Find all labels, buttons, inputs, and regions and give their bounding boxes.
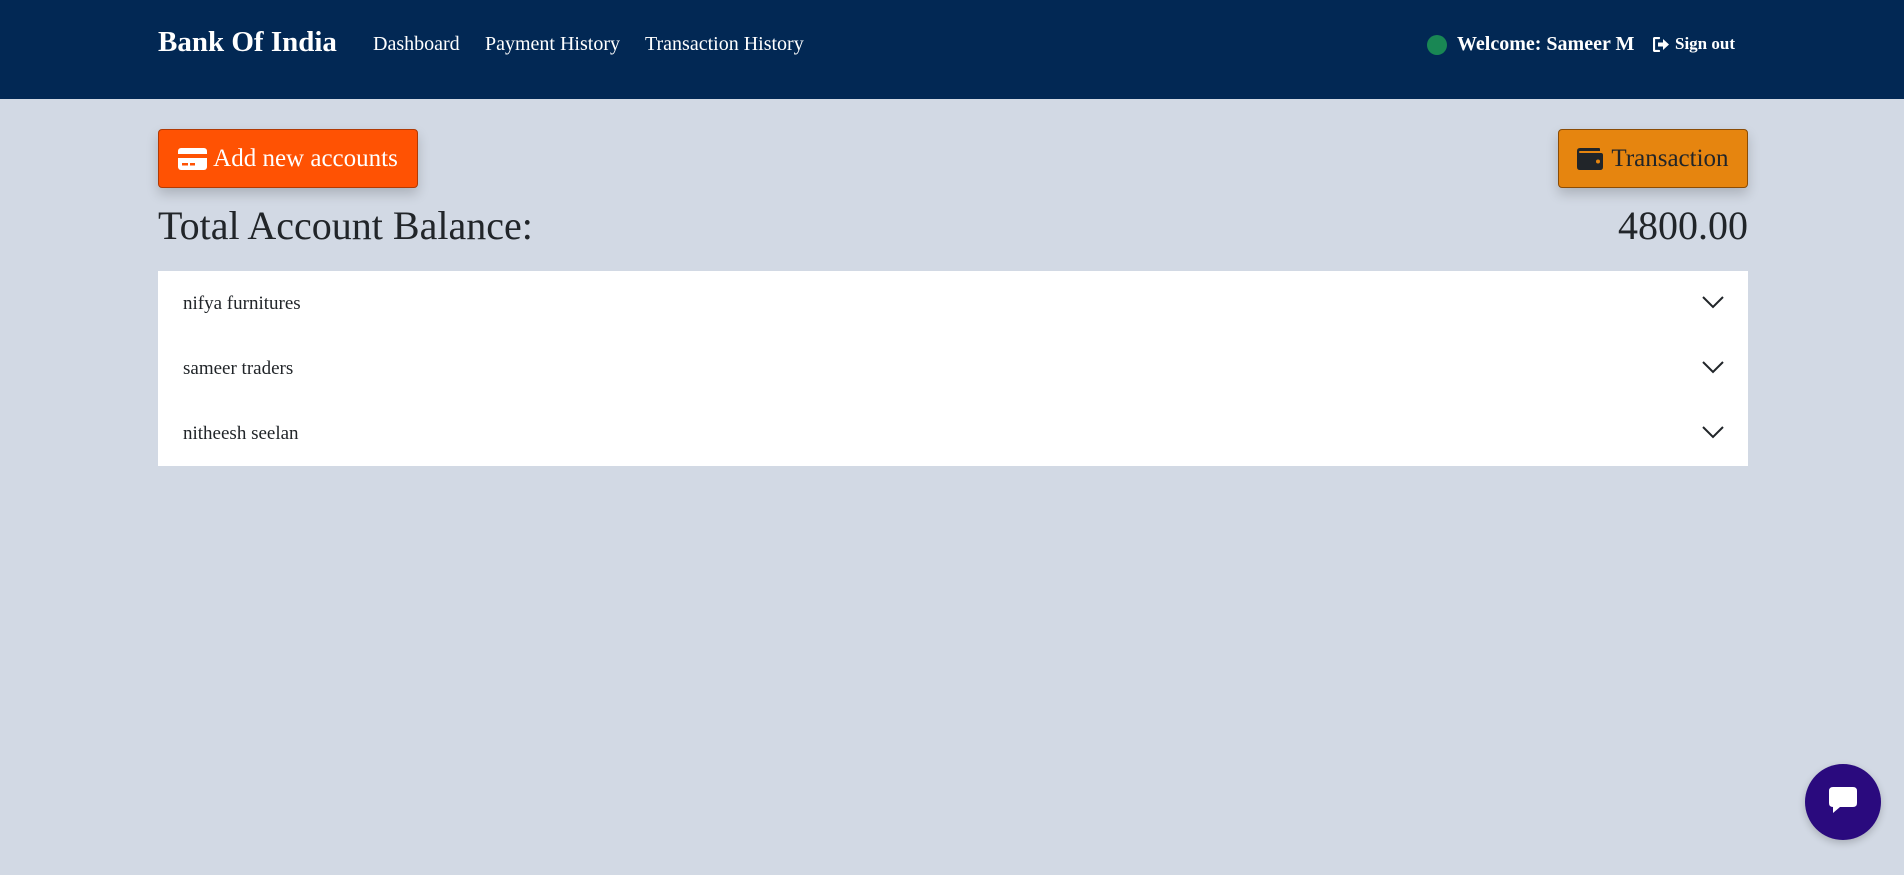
- nav-link-dashboard[interactable]: Dashboard: [373, 33, 460, 56]
- signout-label: Sign out: [1675, 34, 1735, 53]
- chevron-down-icon[interactable]: [1702, 423, 1724, 445]
- account-name: nitheesh seelan: [183, 422, 299, 444]
- account-item-nifya-furnitures[interactable]: nifya furnitures: [158, 271, 1748, 336]
- transaction-label: Transaction: [1611, 144, 1729, 172]
- account-name: sameer traders: [183, 357, 294, 379]
- nav-link-payment-history[interactable]: Payment History: [485, 33, 620, 56]
- wallet-icon: [1577, 147, 1604, 170]
- nav-link-transaction-history[interactable]: Transaction History: [645, 33, 804, 56]
- total-balance-value: 4800.00: [1618, 203, 1748, 248]
- chevron-down-icon[interactable]: [1702, 358, 1724, 380]
- chat-bubble-icon: [1828, 786, 1858, 819]
- online-status-icon: [1427, 35, 1447, 55]
- credit-card-icon: [178, 147, 208, 170]
- transaction-button[interactable]: Transaction: [1558, 129, 1748, 188]
- signout-icon: [1653, 36, 1670, 52]
- account-name: nifya furnitures: [183, 292, 301, 314]
- signout-link[interactable]: Sign out: [1653, 34, 1735, 54]
- account-item-nitheesh-seelan[interactable]: nitheesh seelan: [158, 401, 1748, 466]
- chat-button[interactable]: [1805, 764, 1881, 840]
- total-balance-label: Total Account Balance:: [158, 203, 533, 248]
- brand-logo[interactable]: Bank Of India: [158, 26, 337, 59]
- add-new-accounts-label: Add new accounts: [213, 144, 398, 172]
- accounts-accordion: nifya furnitures sameer traders nitheesh…: [158, 271, 1748, 466]
- account-item-sameer-traders[interactable]: sameer traders: [158, 336, 1748, 401]
- welcome-text: Welcome: Sameer M: [1457, 33, 1635, 55]
- top-navbar: Bank Of India Dashboard Payment History …: [0, 0, 1904, 99]
- add-new-accounts-button[interactable]: Add new accounts: [158, 129, 418, 188]
- chevron-down-icon[interactable]: [1702, 293, 1724, 315]
